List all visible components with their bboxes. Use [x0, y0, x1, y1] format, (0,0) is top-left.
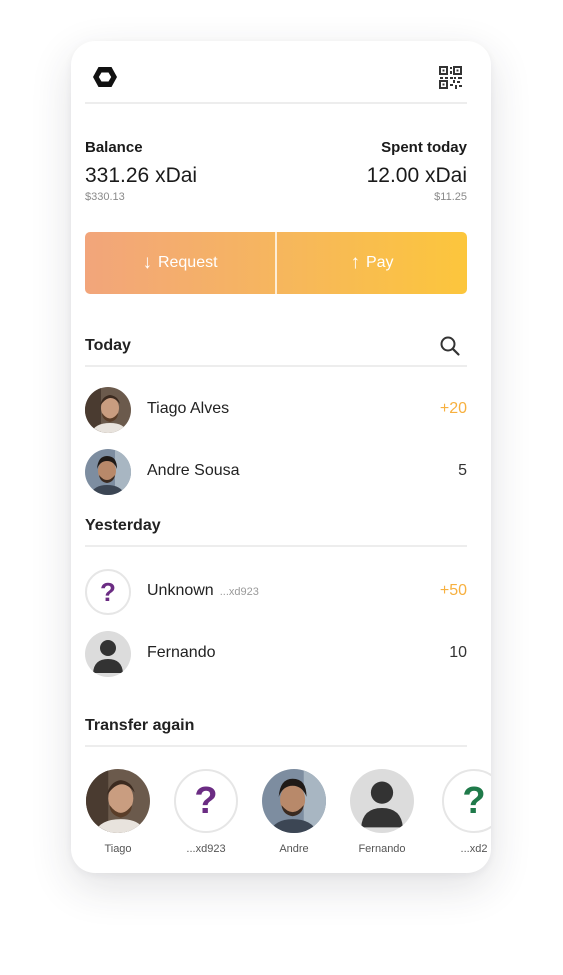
- yesterday-section-header: Yesterday: [85, 517, 467, 547]
- list-item[interactable]: Andre Sousa 5: [85, 449, 467, 495]
- transfer-again-label: ...xd2: [460, 843, 488, 855]
- transaction-amount: 5: [458, 462, 467, 479]
- transaction-amount: +50: [439, 582, 467, 599]
- contact-address: ...xd923: [219, 586, 259, 598]
- contact-name: Unknown ...xd923: [147, 582, 259, 599]
- transfer-again-label: ...xd923: [186, 843, 226, 855]
- search-icon[interactable]: [439, 335, 461, 357]
- contact-name: Andre Sousa: [147, 462, 240, 479]
- question-mark-icon: ?: [462, 779, 486, 822]
- request-button[interactable]: ↓ Request: [85, 232, 275, 294]
- transfer-again-title: Transfer again: [85, 717, 195, 734]
- balance-usd: $330.13: [85, 191, 125, 203]
- avatar: [86, 769, 150, 833]
- transaction-amount: +20: [439, 400, 467, 417]
- arrow-down-icon: ↓: [142, 252, 152, 273]
- today-section-header: Today: [85, 335, 467, 367]
- spent-today-label: Spent today: [381, 139, 467, 156]
- top-bar: [85, 41, 467, 104]
- unknown-avatar: ?: [85, 569, 131, 615]
- today-title: Today: [85, 337, 131, 354]
- transfer-again-item[interactable]: Fernando: [349, 769, 415, 855]
- transfer-again-label: Andre: [279, 843, 309, 855]
- default-avatar-icon: [350, 769, 414, 833]
- default-avatar-icon: [85, 631, 131, 677]
- transfer-again-item[interactable]: ? ...xd2: [441, 769, 491, 855]
- pay-label: Pay: [365, 254, 394, 271]
- contact-name: Tiago Alves: [147, 400, 230, 417]
- transfer-again-carousel[interactable]: Tiago ? ...xd923 Andre Fernando ? ...xd2: [85, 769, 491, 869]
- spent-today-usd: $11.25: [434, 191, 467, 203]
- pay-button[interactable]: ↑ Pay: [277, 232, 467, 294]
- action-buttons: ↓ Request ↑ Pay: [85, 232, 467, 294]
- question-mark-icon: ?: [194, 779, 218, 822]
- avatar: [85, 387, 131, 433]
- transfer-again-item[interactable]: Andre: [261, 769, 327, 855]
- hexagon-logo-icon[interactable]: [92, 66, 118, 88]
- contact-name: Fernando: [147, 644, 216, 661]
- balance-label: Balance: [85, 139, 143, 156]
- list-item[interactable]: ? Unknown ...xd923 +50: [85, 569, 467, 615]
- transfer-again-header: Transfer again: [85, 717, 467, 747]
- request-label: Request: [157, 254, 218, 271]
- question-mark-icon: ?: [100, 576, 116, 607]
- avatar: [85, 449, 131, 495]
- transfer-again-label: Fernando: [358, 843, 406, 855]
- transfer-again-item[interactable]: Tiago: [85, 769, 151, 855]
- transaction-amount: 10: [449, 644, 467, 661]
- spent-today-block: Spent today 12.00 xDai $11.25: [367, 139, 467, 203]
- list-item[interactable]: Fernando 10: [85, 631, 467, 677]
- balance-amount: 331.26 xDai: [85, 164, 198, 187]
- wallet-card: Balance 331.26 xDai $330.13 Spent today …: [71, 41, 491, 873]
- unknown-avatar: ?: [174, 769, 238, 833]
- avatar: [262, 769, 326, 833]
- qr-code-icon[interactable]: [439, 66, 462, 89]
- arrow-up-icon: ↑: [350, 252, 360, 273]
- transfer-again-item[interactable]: ? ...xd923: [173, 769, 239, 855]
- transfer-again-label: Tiago: [104, 843, 132, 855]
- balance-block: Balance 331.26 xDai $330.13: [85, 139, 197, 203]
- spent-today-amount: 12.00 xDai: [366, 164, 467, 187]
- list-item[interactable]: Tiago Alves +20: [85, 387, 467, 433]
- yesterday-title: Yesterday: [85, 517, 161, 534]
- unknown-avatar: ?: [442, 769, 491, 833]
